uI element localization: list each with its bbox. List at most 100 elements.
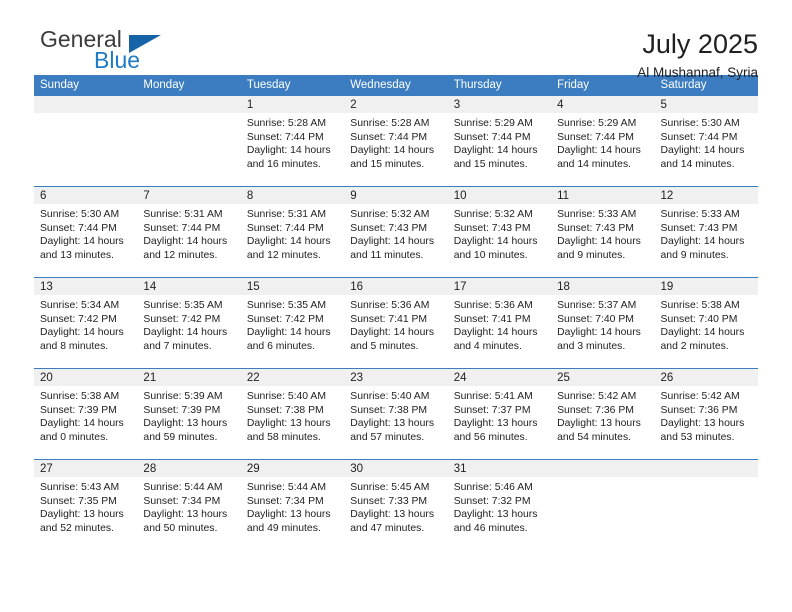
- logo-text-blue: Blue: [94, 47, 141, 73]
- daylight-text: Daylight: 14 hours: [246, 145, 331, 157]
- calendar-day-cell[interactable]: 9 Sunrise: 5:32 AM Sunset: 7:43 PM Daylight…: [344, 186, 448, 278]
- daylight-text: Daylight: 14 hours: [453, 145, 538, 157]
- day-sun-info: Sunrise: 5:35 AM Sunset: 7:42 PM Daylight:…: [137, 295, 240, 353]
- calendar-day-cell[interactable]: 25 Sunrise: 5:42 AM Sunset: 7:36 PM Dayligh…: [551, 368, 655, 460]
- day-sun-info: Sunrise: 5:42 AM Sunset: 7:36 PM Daylight:…: [551, 386, 654, 444]
- daylight-text: Daylight: 13 hours: [557, 418, 641, 430]
- sunset-text: Sunset: 7:37 PM: [453, 404, 531, 416]
- day-number: 26: [654, 369, 758, 386]
- calendar-day-cell[interactable]: 19 Sunrise: 5:38 AM Sunset: 7:40 PM Dayligh…: [654, 277, 758, 369]
- calendar-day-cell[interactable]: 7 Sunrise: 5:31 AM Sunset: 7:44 PM Daylight…: [137, 186, 241, 278]
- calendar-day-cell[interactable]: 20 Sunrise: 5:38 AM Sunset: 7:39 PM Dayligh…: [34, 368, 138, 460]
- daylight-text-cont: and 47 minutes.: [350, 522, 425, 534]
- daylight-text: Daylight: 13 hours: [143, 418, 228, 430]
- calendar-day-cell[interactable]: 18 Sunrise: 5:37 AM Sunset: 7:40 PM Dayligh…: [551, 277, 655, 369]
- sunrise-text: Sunrise: 5:42 AM: [660, 391, 740, 402]
- day-sun-info: Sunrise: 5:42 AM Sunset: 7:36 PM Daylight:…: [655, 386, 758, 444]
- page-subtitle: Al Mushannaf, Syria: [637, 65, 758, 81]
- calendar-day-cell[interactable]: 1 Sunrise: 5:28 AM Sunset: 7:44 PM Daylight…: [240, 96, 345, 187]
- sunset-text: Sunset: 7:34 PM: [143, 495, 221, 507]
- daylight-text-cont: and 10 minutes.: [453, 249, 528, 261]
- sunrise-text: Sunrise: 5:30 AM: [40, 209, 120, 220]
- page-header: General Blue July 2025 Al Mushannaf, Syr…: [34, 0, 758, 80]
- page-title: July 2025: [642, 29, 758, 59]
- calendar-day-cell[interactable]: 8 Sunrise: 5:31 AM Sunset: 7:44 PM Daylight…: [240, 186, 345, 278]
- calendar-day-cell[interactable]: 31 Sunrise: 5:46 AM Sunset: 7:32 PM Dayligh…: [447, 459, 552, 550]
- calendar-day-cell[interactable]: 29 Sunrise: 5:44 AM Sunset: 7:34 PM Dayligh…: [240, 459, 345, 550]
- sunrise-text: Sunrise: 5:33 AM: [557, 209, 637, 220]
- calendar-day-cell[interactable]: 15 Sunrise: 5:35 AM Sunset: 7:42 PM Dayligh…: [240, 277, 345, 369]
- calendar-day-cell[interactable]: 26 Sunrise: 5:42 AM Sunset: 7:36 PM Dayligh…: [654, 368, 758, 460]
- sunrise-text: Sunrise: 5:40 AM: [350, 391, 430, 402]
- daylight-text-cont: and 8 minutes.: [40, 340, 109, 352]
- daylight-text-cont: and 13 minutes.: [40, 249, 114, 261]
- day-sun-info: Sunrise: 5:34 AM Sunset: 7:42 PM Daylight:…: [34, 295, 137, 353]
- weekday-header-monday: Monday: [137, 75, 241, 96]
- daylight-text: Daylight: 14 hours: [557, 236, 641, 248]
- calendar-day-cell[interactable]: 5 Sunrise: 5:30 AM Sunset: 7:44 PM Daylight…: [654, 96, 758, 187]
- calendar-day-cell[interactable]: 2 Sunrise: 5:28 AM Sunset: 7:44 PM Daylight…: [344, 96, 448, 187]
- calendar-day-cell[interactable]: 28 Sunrise: 5:44 AM Sunset: 7:34 PM Dayligh…: [137, 459, 241, 550]
- day-sun-info: Sunrise: 5:44 AM Sunset: 7:34 PM Daylight:…: [137, 477, 240, 535]
- calendar-day-cell[interactable]: 24 Sunrise: 5:41 AM Sunset: 7:37 PM Dayligh…: [447, 368, 552, 460]
- title-block: July 2025 Al Mushannaf, Syria: [637, 28, 758, 80]
- sunset-text: Sunset: 7:44 PM: [143, 222, 221, 234]
- daylight-text: Daylight: 14 hours: [40, 236, 124, 248]
- calendar-day-cell[interactable]: 10 Sunrise: 5:32 AM Sunset: 7:43 PM Dayligh…: [447, 186, 552, 278]
- sunset-text: Sunset: 7:36 PM: [557, 404, 634, 416]
- sunrise-text: Sunrise: 5:36 AM: [453, 300, 533, 311]
- daylight-text: Daylight: 14 hours: [453, 236, 538, 248]
- sunrise-text: Sunrise: 5:36 AM: [350, 300, 430, 311]
- sunset-text: Sunset: 7:43 PM: [350, 222, 428, 234]
- daylight-text: Daylight: 14 hours: [660, 236, 745, 248]
- generalblue-logo: General Blue: [34, 28, 164, 74]
- daylight-text: Daylight: 14 hours: [453, 327, 538, 339]
- daylight-text: Daylight: 14 hours: [350, 236, 435, 248]
- daylight-text-cont: and 12 minutes.: [246, 249, 321, 261]
- sunrise-text: Sunrise: 5:28 AM: [350, 118, 430, 129]
- sunset-text: Sunset: 7:38 PM: [246, 404, 324, 416]
- calendar-day-cell[interactable]: 30 Sunrise: 5:45 AM Sunset: 7:33 PM Dayligh…: [344, 459, 448, 550]
- calendar-day-cell[interactable]: 22 Sunrise: 5:40 AM Sunset: 7:38 PM Dayligh…: [240, 368, 345, 460]
- sunset-text: Sunset: 7:39 PM: [143, 404, 221, 416]
- calendar-day-cell[interactable]: 14 Sunrise: 5:35 AM Sunset: 7:42 PM Dayligh…: [137, 277, 241, 369]
- calendar-day-cell[interactable]: 3 Sunrise: 5:29 AM Sunset: 7:44 PM Daylight…: [447, 96, 552, 187]
- daylight-text: Daylight: 13 hours: [246, 509, 331, 521]
- day-number: [34, 96, 138, 113]
- calendar-day-cell[interactable]: 27 Sunrise: 5:43 AM Sunset: 7:35 PM Dayligh…: [34, 459, 138, 550]
- weekday-header-thursday: Thursday: [447, 75, 552, 96]
- calendar-day-cell[interactable]: 11 Sunrise: 5:33 AM Sunset: 7:43 PM Dayligh…: [551, 186, 655, 278]
- sunrise-text: Sunrise: 5:34 AM: [40, 300, 120, 311]
- day-number: 13: [34, 278, 138, 295]
- daylight-text-cont: and 12 minutes.: [143, 249, 218, 261]
- calendar-day-cell[interactable]: 12 Sunrise: 5:33 AM Sunset: 7:43 PM Dayligh…: [654, 186, 758, 278]
- sunset-text: Sunset: 7:39 PM: [40, 404, 117, 416]
- calendar-day-cell-empty: [551, 459, 655, 550]
- day-sun-info: Sunrise: 5:35 AM Sunset: 7:42 PM Daylight:…: [241, 295, 344, 353]
- sunset-text: Sunset: 7:40 PM: [557, 313, 634, 325]
- sunrise-text: Sunrise: 5:38 AM: [40, 391, 120, 402]
- daylight-text-cont: and 16 minutes.: [246, 158, 321, 170]
- daylight-text: Daylight: 13 hours: [660, 418, 745, 430]
- day-number: 9: [344, 187, 448, 204]
- calendar-day-cell[interactable]: 16 Sunrise: 5:36 AM Sunset: 7:41 PM Dayligh…: [344, 277, 448, 369]
- daylight-text: Daylight: 14 hours: [246, 327, 331, 339]
- daylight-text-cont: and 57 minutes.: [350, 431, 425, 443]
- calendar-day-cell[interactable]: 13 Sunrise: 5:34 AM Sunset: 7:42 PM Dayligh…: [34, 277, 138, 369]
- calendar-day-cell[interactable]: 6 Sunrise: 5:30 AM Sunset: 7:44 PM Daylight…: [34, 186, 138, 278]
- day-number: 20: [34, 369, 138, 386]
- daylight-text: Daylight: 14 hours: [246, 236, 331, 248]
- day-sun-info: Sunrise: 5:36 AM Sunset: 7:41 PM Daylight:…: [448, 295, 551, 353]
- daylight-text-cont: and 0 minutes.: [40, 431, 109, 443]
- calendar-day-cell-empty: [137, 96, 241, 187]
- sunrise-text: Sunrise: 5:42 AM: [557, 391, 637, 402]
- calendar-day-cell[interactable]: 21 Sunrise: 5:39 AM Sunset: 7:39 PM Dayligh…: [137, 368, 241, 460]
- calendar-day-cell[interactable]: 17 Sunrise: 5:36 AM Sunset: 7:41 PM Dayligh…: [447, 277, 552, 369]
- day-number: 12: [654, 187, 758, 204]
- day-sun-info: Sunrise: 5:32 AM Sunset: 7:43 PM Daylight:…: [344, 204, 447, 262]
- sunrise-text: Sunrise: 5:33 AM: [660, 209, 740, 220]
- calendar-day-cell[interactable]: 4 Sunrise: 5:29 AM Sunset: 7:44 PM Daylight…: [551, 96, 655, 187]
- sunset-text: Sunset: 7:44 PM: [453, 131, 531, 143]
- daylight-text: Daylight: 14 hours: [40, 418, 124, 430]
- calendar-day-cell[interactable]: 23 Sunrise: 5:40 AM Sunset: 7:38 PM Dayligh…: [344, 368, 448, 460]
